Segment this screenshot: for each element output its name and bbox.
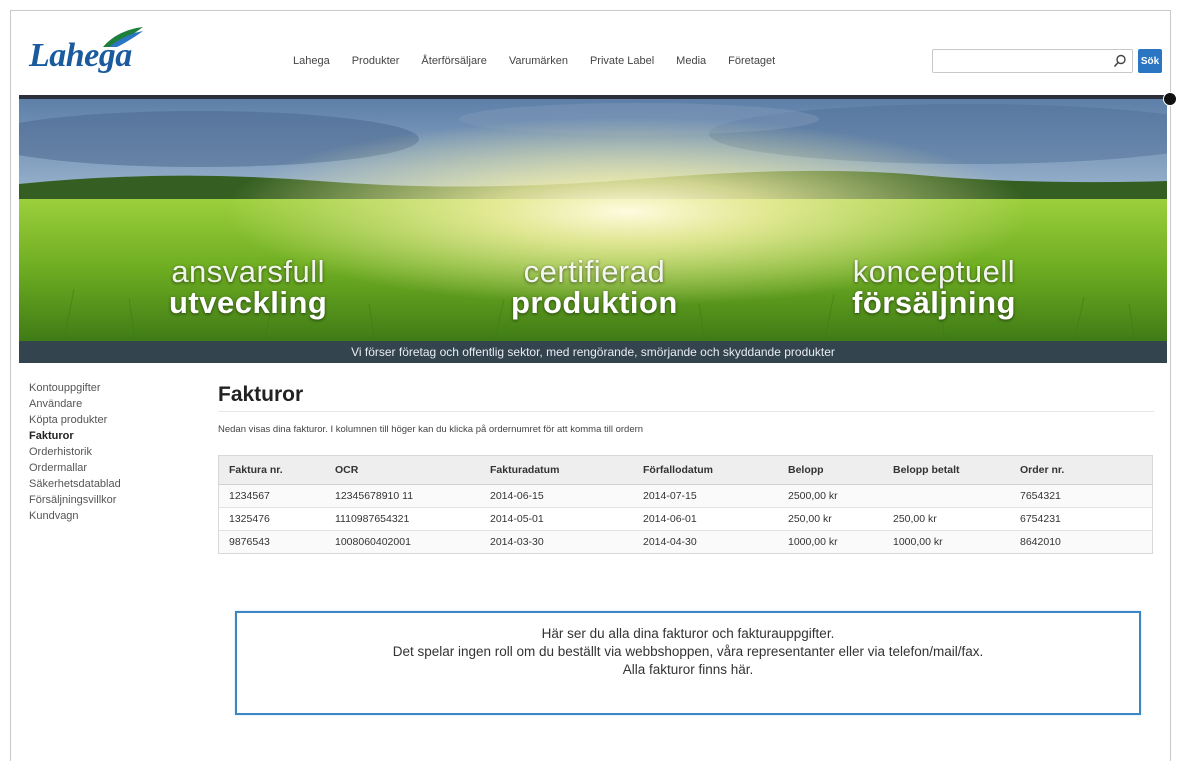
tagline-2-bold: produktion: [511, 285, 678, 320]
hero-banner: ansvarsfull utveckling certifierad produ…: [19, 95, 1167, 363]
logo-leaf-icon: [103, 27, 143, 47]
cell-belopp-betalt: 1000,00 kr: [883, 530, 1010, 554]
cell-order-nr-link[interactable]: 8642010: [1010, 530, 1153, 554]
nav-item-varumarken[interactable]: Varumärken: [509, 55, 568, 67]
sidebar-item-kopta-produkter[interactable]: Köpta produkter: [29, 412, 121, 428]
tagline-1-light: ansvarsfull: [171, 254, 325, 289]
col-header-forfallodatum: Förfallodatum: [633, 455, 778, 485]
cell-ocr: 12345678910 11: [325, 484, 480, 508]
search-icon[interactable]: [1113, 54, 1127, 68]
cell-belopp: 1000,00 kr: [778, 530, 883, 554]
logo[interactable]: Lahega: [29, 25, 159, 75]
sidebar-item-orderhistorik[interactable]: Orderhistorik: [29, 444, 121, 460]
search-input[interactable]: [932, 49, 1133, 73]
cell-belopp-betalt: 250,00 kr: [883, 507, 1010, 531]
nav-item-produkter[interactable]: Produkter: [352, 55, 400, 67]
cell-fakturadatum: 2014-06-15: [480, 484, 633, 508]
sidebar-item-sakerhetsdatablad[interactable]: Säkerhetsdatablad: [29, 476, 121, 492]
main-nav: Lahega Produkter Återförsäljare Varumärk…: [293, 55, 797, 67]
cell-faktura-nr: 9876543: [218, 530, 325, 554]
page-frame: Lahega Lahega Produkter Återförsäljare V…: [10, 10, 1177, 761]
cell-order-nr-link[interactable]: 7654321: [1010, 484, 1153, 508]
cell-faktura-nr: 1325476: [218, 507, 325, 531]
cell-fakturadatum: 2014-05-01: [480, 507, 633, 531]
sidebar-item-kontouppgifter[interactable]: Kontouppgifter: [29, 380, 121, 396]
cell-faktura-nr: 1234567: [218, 484, 325, 508]
title-divider: [218, 411, 1154, 412]
info-line-3: Alla fakturor finns här.: [622, 662, 754, 677]
cell-belopp: 2500,00 kr: [778, 484, 883, 508]
table-row: 1234567 12345678910 11 2014-06-15 2014-0…: [218, 484, 1153, 508]
sidebar-item-kundvagn[interactable]: Kundvagn: [29, 508, 121, 524]
info-line-2: Det spelar ingen roll om du beställt via…: [392, 644, 984, 659]
col-header-order-nr: Order nr.: [1010, 455, 1153, 485]
tagline-2-light: certifierad: [523, 254, 666, 289]
cell-order-nr-link[interactable]: 6754231: [1010, 507, 1153, 531]
sidebar-item-ordermallar[interactable]: Ordermallar: [29, 460, 121, 476]
cell-belopp: 250,00 kr: [778, 507, 883, 531]
intro-text: Nedan visas dina fakturor. I kolumnen ti…: [218, 424, 644, 435]
col-header-ocr: OCR: [325, 455, 480, 485]
cell-ocr: 1110987654321: [325, 507, 480, 531]
cell-forfallodatum: 2014-07-15: [633, 484, 778, 508]
info-box: Här ser du alla dina fakturor och faktur…: [235, 611, 1141, 715]
col-header-faktura-nr: Faktura nr.: [218, 455, 325, 485]
tagline-1: ansvarsfull utveckling: [169, 254, 328, 320]
col-header-belopp: Belopp: [778, 455, 883, 485]
col-header-fakturadatum: Fakturadatum: [480, 455, 633, 485]
nav-item-aterforsaljare[interactable]: Återförsäljare: [421, 55, 486, 67]
meadow-banner-image: [19, 99, 1167, 363]
sidebar-item-forsaljningsvillkor[interactable]: Försäljningsvillkor: [29, 492, 121, 508]
cell-ocr: 1008060402001: [325, 530, 480, 554]
tagline-2: certifierad produktion: [511, 254, 678, 320]
table-row: 9876543 1008060402001 2014-03-30 2014-04…: [218, 530, 1153, 554]
cell-belopp-betalt: [883, 484, 1010, 508]
nav-item-private-label[interactable]: Private Label: [590, 55, 654, 67]
sidebar-item-fakturor[interactable]: Fakturor: [29, 428, 121, 444]
table-header-row: Faktura nr. OCR Fakturadatum Förfallodat…: [218, 455, 1153, 485]
col-header-belopp-betalt: Belopp betalt: [883, 455, 1010, 485]
sidebar-item-anvandare[interactable]: Användare: [29, 396, 121, 412]
nav-item-foretaget[interactable]: Företaget: [728, 55, 775, 67]
page-title: Fakturor: [218, 383, 304, 406]
banner-strip-text: Vi förser företag och offentlig sektor, …: [19, 341, 1167, 363]
cell-forfallodatum: 2014-06-01: [633, 507, 778, 531]
banner-toggle-dot[interactable]: [1163, 92, 1177, 106]
tagline-3-bold: försäljning: [852, 285, 1016, 320]
tagline-3: konceptuell försäljning: [852, 254, 1016, 320]
tagline-1-bold: utveckling: [169, 285, 328, 320]
cell-fakturadatum: 2014-03-30: [480, 530, 633, 554]
account-sidebar: Kontouppgifter Användare Köpta produkter…: [29, 380, 121, 524]
search-button[interactable]: Sök: [1138, 49, 1162, 73]
nav-item-media[interactable]: Media: [676, 55, 706, 67]
cell-forfallodatum: 2014-04-30: [633, 530, 778, 554]
tagline-3-light: konceptuell: [852, 254, 1016, 289]
invoice-table: Faktura nr. OCR Fakturadatum Förfallodat…: [218, 455, 1153, 554]
table-row: 1325476 1110987654321 2014-05-01 2014-06…: [218, 507, 1153, 531]
nav-item-lahega[interactable]: Lahega: [293, 55, 330, 67]
info-line-1: Här ser du alla dina fakturor och faktur…: [541, 626, 835, 641]
site-header: Lahega Lahega Produkter Återförsäljare V…: [11, 11, 1170, 91]
